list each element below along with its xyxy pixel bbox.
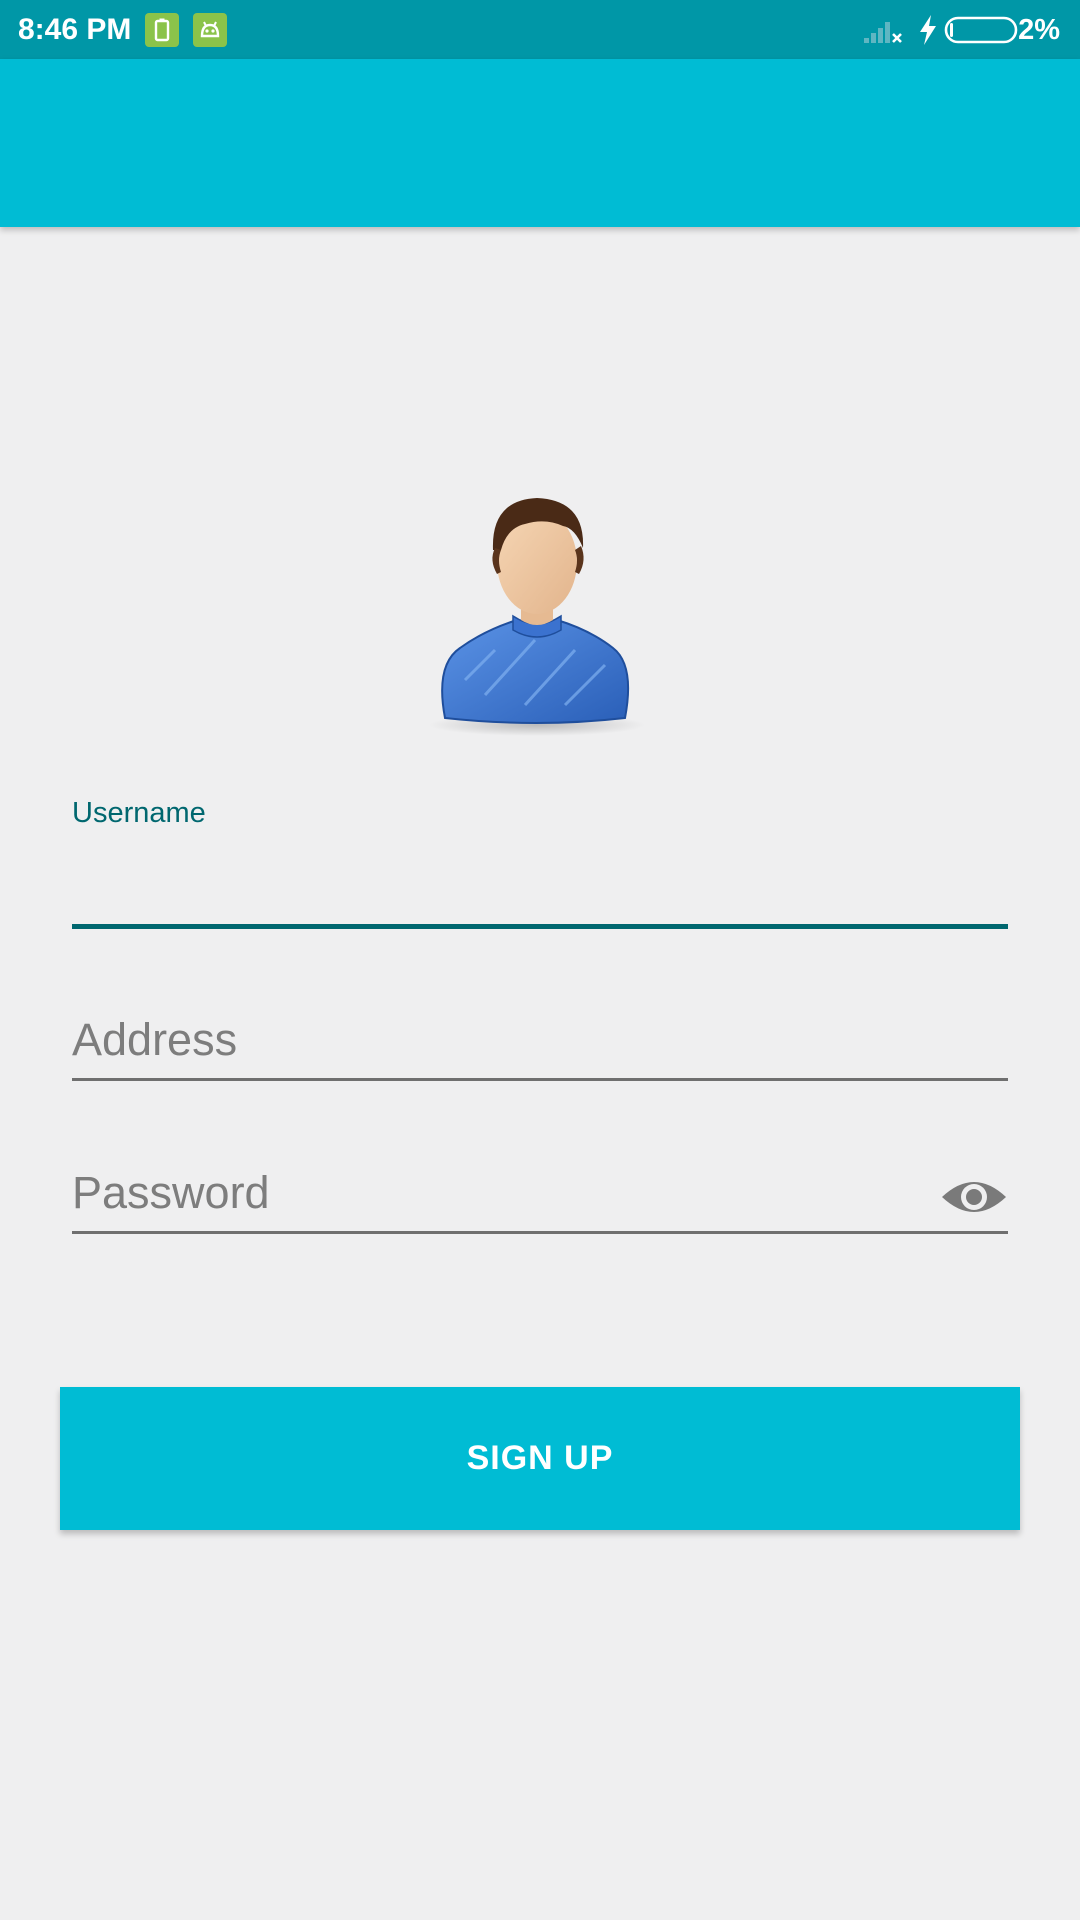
battery-saver-icon bbox=[145, 13, 179, 47]
username-input[interactable] bbox=[72, 843, 1008, 913]
status-bar: 8:46 PM 2% bbox=[0, 0, 1080, 59]
address-underline bbox=[72, 1078, 1008, 1081]
username-underline bbox=[72, 924, 1008, 929]
sign-up-button[interactable]: SIGN UP bbox=[60, 1387, 1020, 1530]
battery-icon bbox=[944, 15, 1020, 45]
app-bar bbox=[0, 59, 1080, 227]
battery-percent: 2% bbox=[1018, 14, 1060, 46]
username-field: Username bbox=[72, 795, 1008, 930]
user-avatar-icon bbox=[425, 490, 655, 740]
charging-bolt-icon bbox=[916, 13, 940, 47]
no-signal-icon bbox=[862, 14, 906, 46]
username-label: Username bbox=[72, 797, 206, 829]
eye-icon[interactable] bbox=[940, 1173, 1008, 1221]
status-time: 8:46 PM bbox=[18, 13, 132, 46]
android-debug-icon bbox=[193, 13, 227, 47]
password-underline bbox=[72, 1231, 1008, 1234]
password-input[interactable] bbox=[72, 1158, 922, 1228]
password-field bbox=[72, 1158, 1008, 1238]
address-input[interactable] bbox=[72, 1005, 1008, 1075]
address-field bbox=[72, 1005, 1008, 1085]
